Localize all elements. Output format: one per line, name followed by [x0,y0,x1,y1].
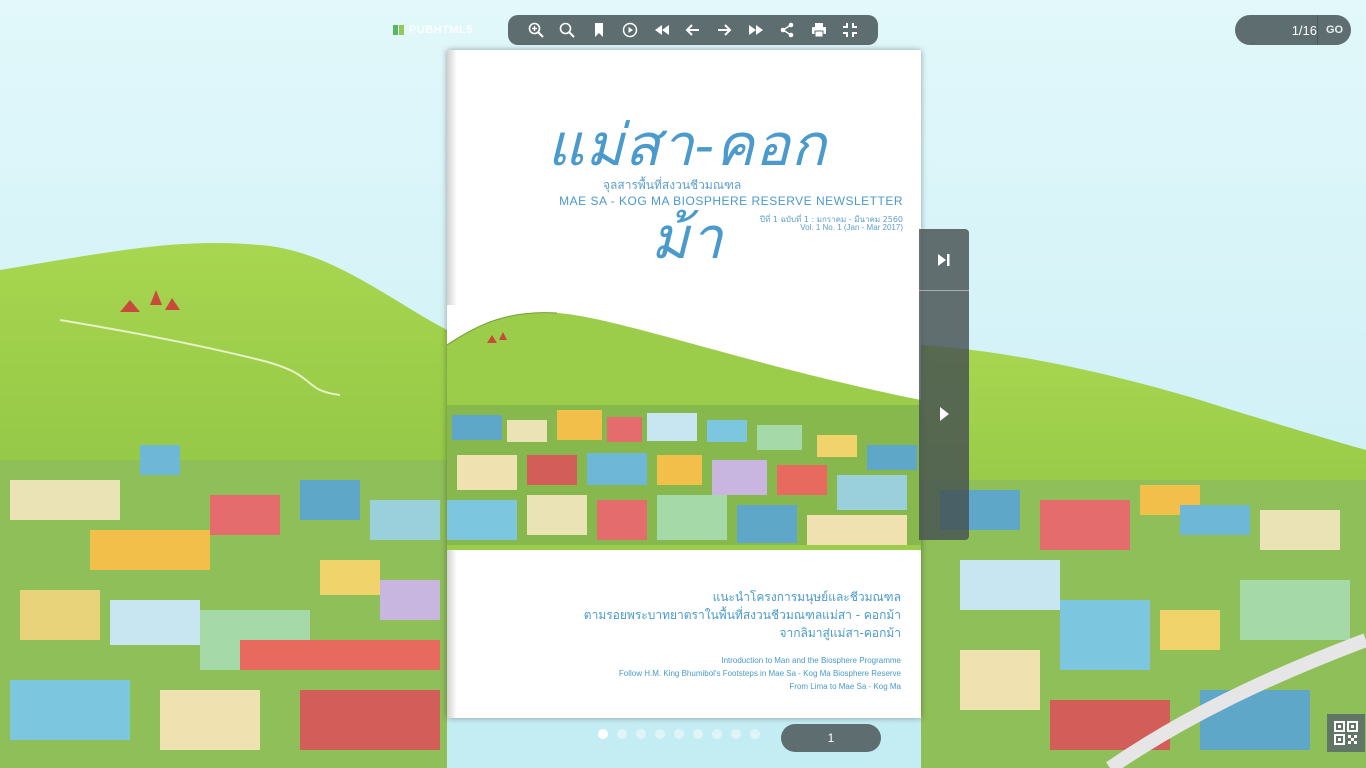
skip-forward-icon [938,253,950,266]
zoom-in-button[interactable] [525,19,547,41]
autoplay-button[interactable] [619,19,641,41]
magazine-page[interactable]: แม่สา-คอกม้า จุลสารพื้นที่สงวนชีวมณฑล MA… [447,50,921,718]
side-next-page-button[interactable] [919,389,969,439]
fast-forward-icon [748,25,763,35]
cover-illustration [447,305,921,550]
arrow-right-icon [718,24,732,36]
page-dot[interactable] [674,729,684,739]
page-dot[interactable] [750,729,760,739]
bookmark-button[interactable] [588,19,610,41]
qr-code-icon [1334,721,1358,745]
subtitle-english: MAE SA - KOG MA BIOSPHERE RESERVE NEWSLE… [559,194,903,208]
logo-text: PUBHTML5 [409,24,473,36]
bookmark-icon [594,23,603,37]
next-page-button[interactable] [713,19,735,41]
page-dot[interactable] [693,729,703,739]
search-button[interactable] [556,19,578,41]
volume-english: Vol. 1 No. 1 (Jan - Mar 2017) [800,223,903,232]
share-button[interactable] [776,19,798,41]
topic-thai: ตามรอยพระบาทยาตราในพื้นที่สงวนชีวมณฑลแม่… [583,608,901,622]
subtitle-thai: จุลสารพื้นที่สงวนชีวมณฑล [603,178,742,192]
side-navigation [919,229,969,540]
page-dot[interactable] [617,729,627,739]
topic-thai: จากลิมาสู่แม่สา-คอกม้า [779,626,901,640]
caret-right-icon [940,407,949,421]
toolbar [508,15,878,45]
share-icon [781,22,794,38]
book-icon [393,25,404,35]
last-page-button[interactable] [745,19,767,41]
page-dot[interactable] [655,729,665,739]
print-icon [811,23,826,38]
zoom-in-icon [528,22,544,38]
first-page-button[interactable] [651,19,673,41]
page-dot[interactable] [636,729,646,739]
page-thumbnail-dots [598,729,760,739]
print-button[interactable] [808,19,830,41]
go-button[interactable]: GO [1317,15,1351,45]
publisher-logo[interactable]: PUBHTML5 [393,22,473,38]
page-dot[interactable] [712,729,722,739]
search-icon [559,22,575,38]
topic-thai: แนะนำโครงการมนุษย์และชีวมณฑล [712,590,901,604]
page-indicator: 1 [781,724,881,752]
previous-page-button[interactable] [682,19,704,41]
topic-english: From Lima to Mae Sa - Kog Ma [789,682,901,691]
fullscreen-button[interactable] [839,19,861,41]
topic-english: Follow H.M. King Bhumibol's Footsteps in… [618,669,901,678]
side-last-page-button[interactable] [919,229,969,291]
page-dot[interactable] [598,729,608,739]
qr-code-button[interactable] [1327,714,1365,752]
page-goto: GO [1235,15,1351,45]
fast-backward-icon [654,25,669,35]
topic-english: Introduction to Man and the Biosphere Pr… [721,656,901,665]
topics-list: แนะนำโครงการมนุษย์และชีวมณฑล ตามรอยพระบา… [584,588,901,693]
arrow-left-icon [685,24,699,36]
fullscreen-icon [843,23,858,37]
page-number-input[interactable] [1247,19,1317,41]
page-dot[interactable] [731,729,741,739]
play-circle-icon [622,22,638,38]
